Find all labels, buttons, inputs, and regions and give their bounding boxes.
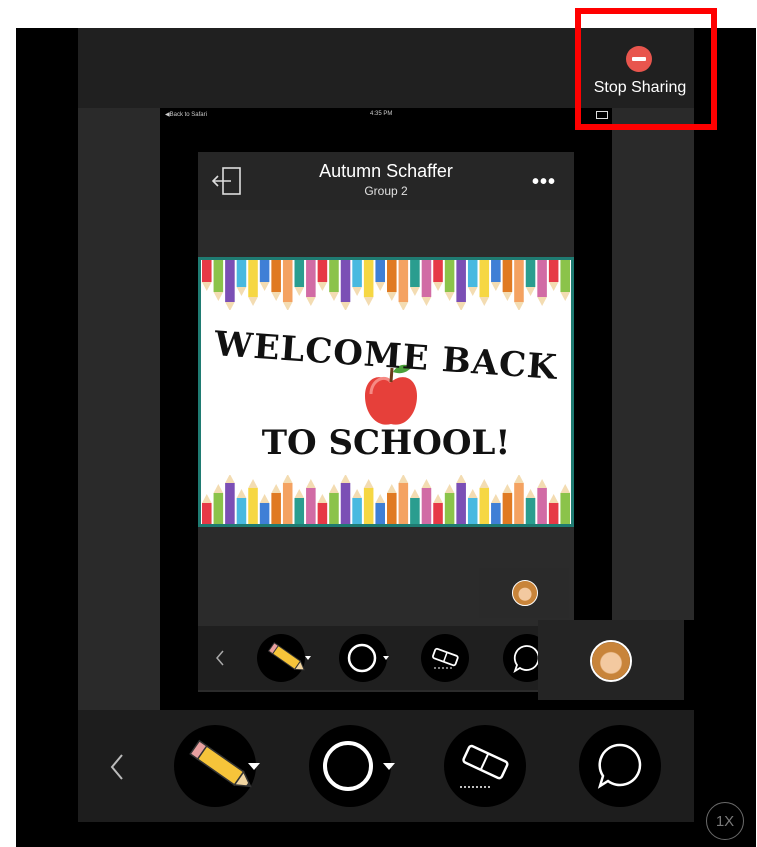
user-name-title: Autumn Schaffer <box>319 161 453 181</box>
more-icon[interactable]: ••• <box>532 171 556 194</box>
eraser-tool-button-small[interactable] <box>421 634 469 682</box>
ios-status-bar: ◀Back to Safari 4:35 PM <box>160 108 612 122</box>
right-panel <box>612 108 694 620</box>
pencil-tool-icon <box>267 642 311 671</box>
back-to-safari-link[interactable]: ◀Back to Safari <box>165 111 207 118</box>
comment-button[interactable] <box>579 725 661 807</box>
zoom-level-badge[interactable]: 1X <box>706 802 744 840</box>
left-panel <box>78 108 160 710</box>
group-subtitle: Group 2 <box>364 184 408 198</box>
comment-icon <box>597 743 642 789</box>
circle-tool-button-small[interactable] <box>339 634 389 682</box>
eraser-tool-icon <box>432 647 459 669</box>
eraser-tool-button[interactable] <box>444 725 526 807</box>
stop-sharing-button[interactable]: Stop Sharing <box>586 79 694 97</box>
pencil-tool-icon <box>189 739 260 788</box>
pencil-border-bottom <box>202 475 570 524</box>
participant-thumbnail-large[interactable] <box>538 620 684 700</box>
welcome-card-image <box>198 257 574 527</box>
avatar <box>512 580 538 606</box>
chevron-left-icon[interactable] <box>108 752 126 782</box>
pencil-tool-button-small[interactable] <box>257 634 311 682</box>
stop-sharing-icon[interactable] <box>626 46 652 72</box>
circle-tool-icon <box>347 643 389 673</box>
status-time: 4:35 PM <box>370 111 393 117</box>
eraser-tool-icon <box>460 744 509 788</box>
circle-tool-icon <box>323 741 395 791</box>
participant-thumbnail-small[interactable] <box>479 568 569 618</box>
avatar <box>590 640 632 682</box>
pencil-tool-button[interactable] <box>174 725 260 807</box>
pencil-border-top <box>202 260 570 310</box>
chevron-left-icon[interactable] <box>214 649 226 667</box>
circle-tool-button[interactable] <box>309 725 395 807</box>
to-school-text: TO SCHOOL! <box>261 423 511 463</box>
